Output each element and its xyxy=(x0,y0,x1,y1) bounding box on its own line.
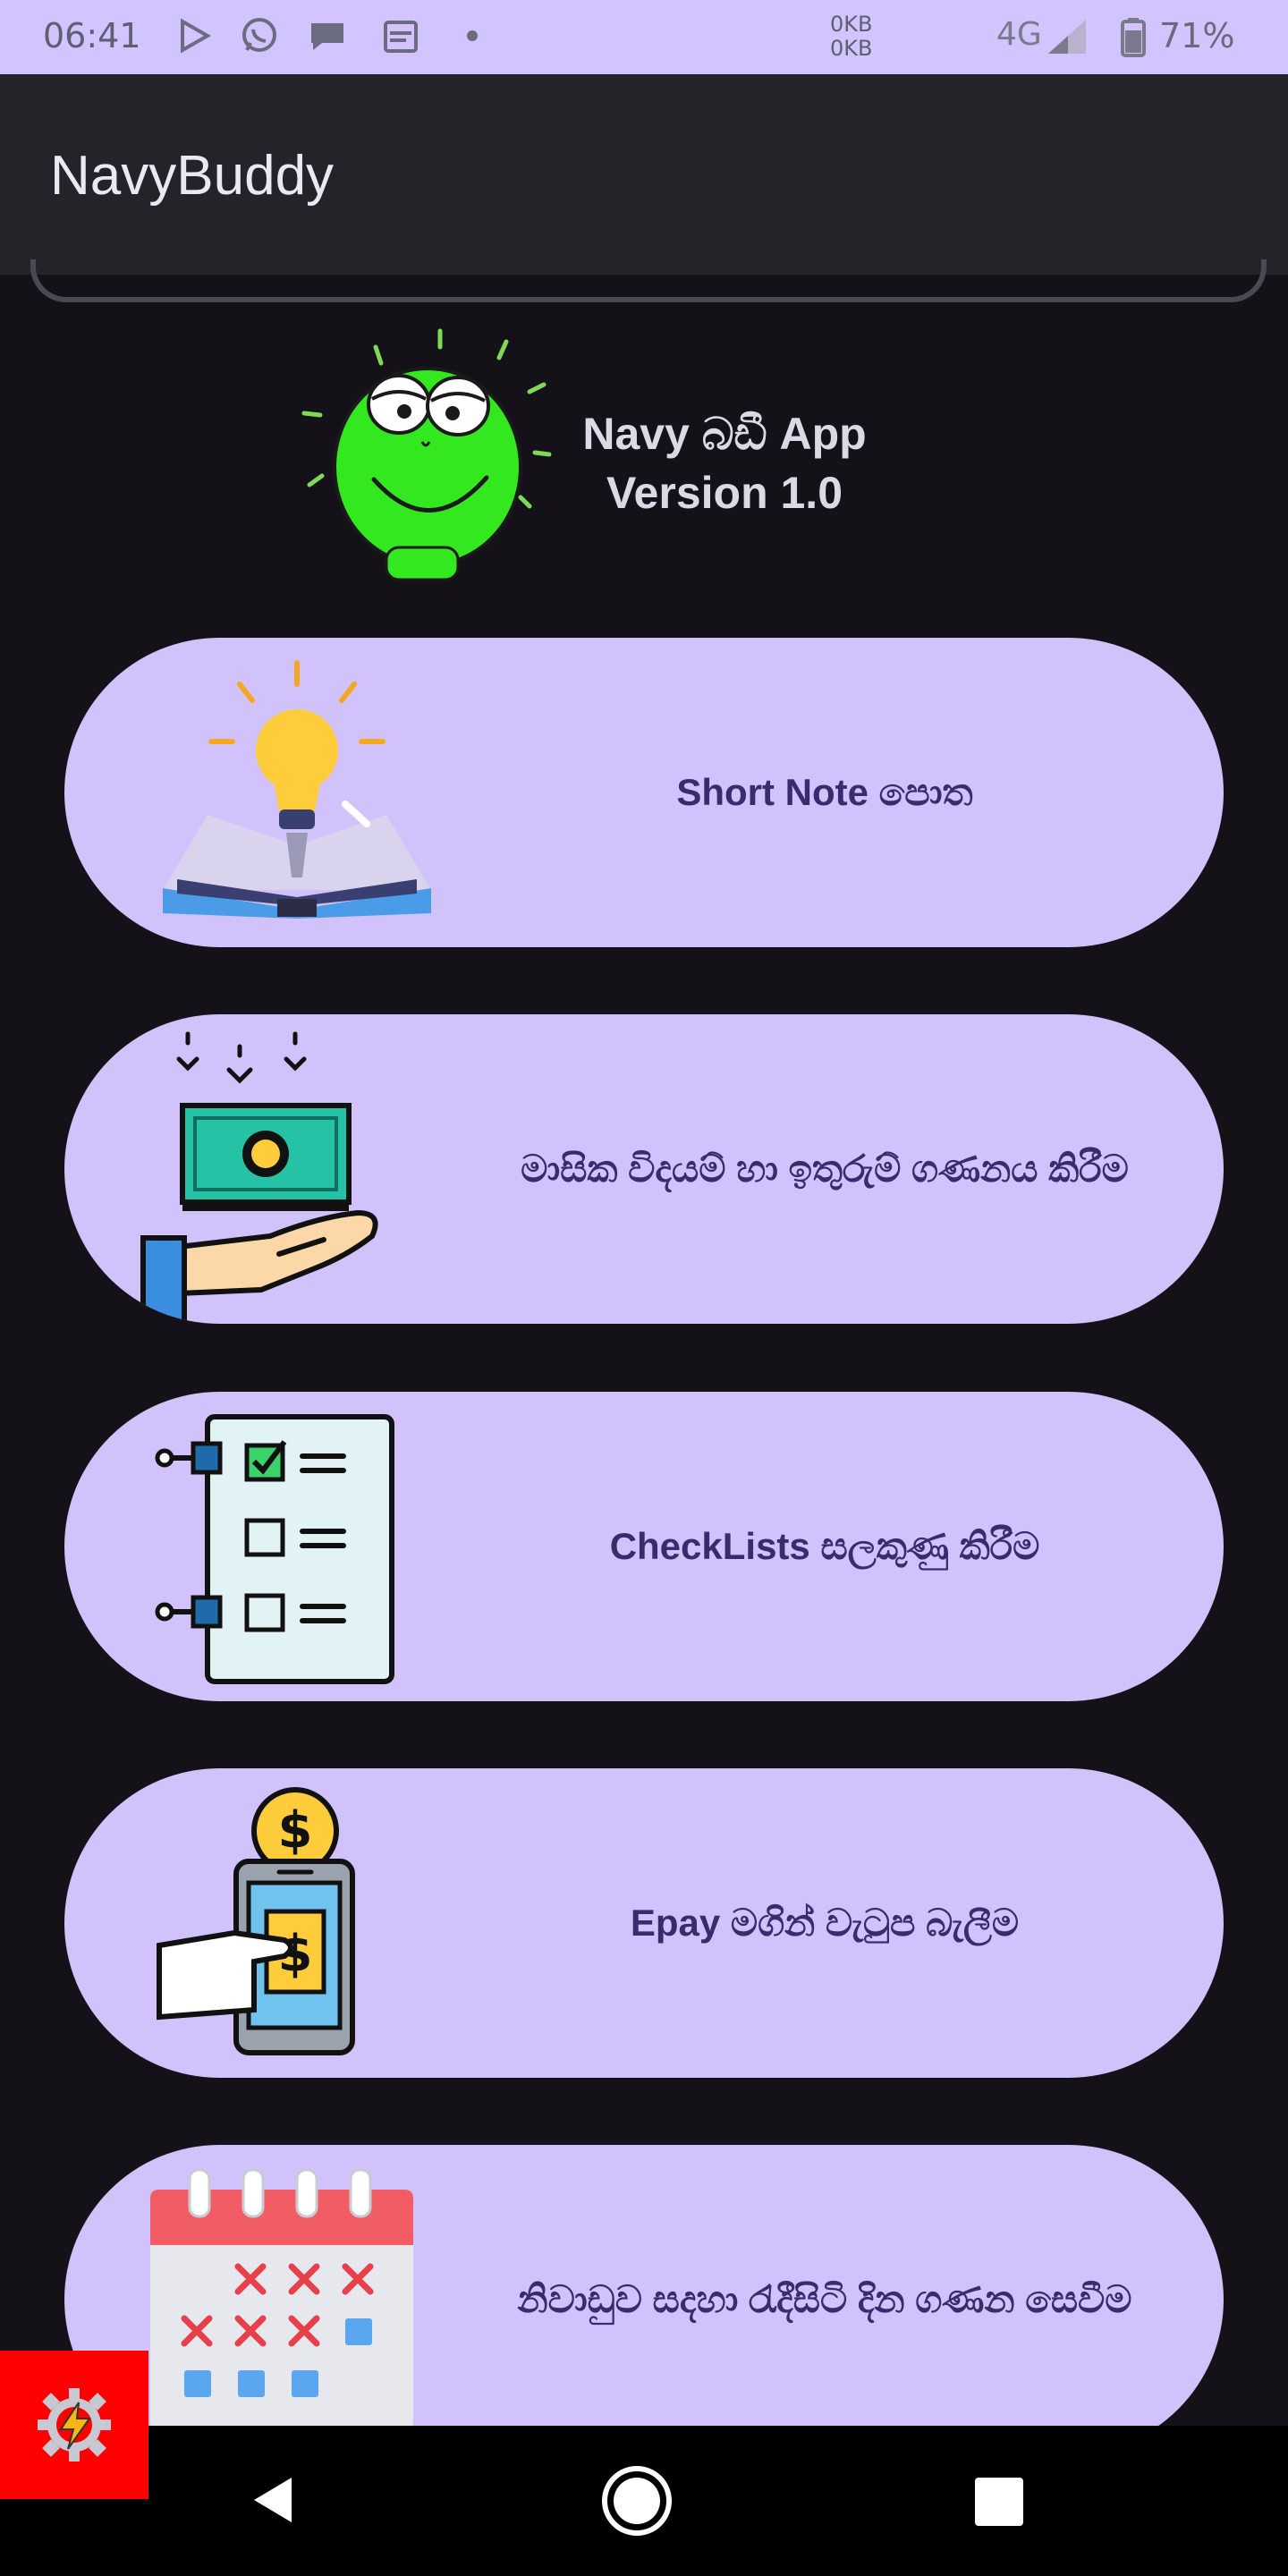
dot-icon xyxy=(467,30,478,41)
screen: 06:41 0KB 0KB 4G 71% NavyBuddy Navy බඩී … xyxy=(0,0,1288,2576)
svg-text:$: $ xyxy=(278,1801,313,1860)
battery-icon xyxy=(1121,18,1146,57)
recent-apps-icon[interactable] xyxy=(968,2470,1030,2533)
kb-up: 0KB xyxy=(830,12,873,37)
back-icon[interactable] xyxy=(242,2469,304,2531)
automation-widget-button[interactable] xyxy=(0,2351,148,2499)
app-name: Navy බඩී App xyxy=(582,409,867,459)
status-time: 06:41 xyxy=(43,16,141,55)
battery-percentage: 71% xyxy=(1159,16,1235,55)
calendar-icon xyxy=(150,2168,413,2431)
calendar-small-icon xyxy=(384,21,418,53)
signal-icon xyxy=(1048,20,1086,54)
frog-mascot-icon xyxy=(301,328,552,581)
gear-lightning-icon xyxy=(38,2388,111,2462)
play-icon xyxy=(181,18,212,54)
whatsapp-icon xyxy=(242,18,276,52)
status-bar: 06:41 0KB 0KB 4G 71% xyxy=(0,0,1288,74)
menu-epay-button[interactable]: $ $ Epay මගින් වැටුප බැලීම xyxy=(64,1768,1224,2078)
menu-leave-days-label: නිවාඩුව සදහා රැදීසිටි දින ගණන සෙවීම xyxy=(517,2278,1132,2320)
network-type: 4G xyxy=(996,16,1042,53)
menu-leave-days-button[interactable]: නිවාඩුව සදහා රැදීසිටි දින ගණන සෙවීම xyxy=(64,2145,1224,2454)
lightbulb-book-icon xyxy=(163,660,431,919)
data-rate: 0KB 0KB xyxy=(830,13,872,61)
app-title: NavyBuddy xyxy=(50,145,335,207)
home-icon[interactable] xyxy=(599,2463,674,2538)
scroll-card-edge xyxy=(30,259,1267,302)
checklist-icon xyxy=(155,1414,394,1684)
menu-checklists-button[interactable]: CheckLists සලකුණු කිරීම xyxy=(64,1392,1224,1701)
money-hand-icon xyxy=(140,1031,378,1320)
app-name-version: Navy බඩී App Version 1.0 xyxy=(537,404,912,522)
app-version: Version 1.0 xyxy=(606,468,843,518)
chat-icon xyxy=(311,23,343,50)
menu-checklists-label: CheckLists සලකුණු කිරීම xyxy=(609,1525,1040,1567)
menu-income-savings-button[interactable]: මාසික විදයම් හා ඉතුරුම් ගණනය කිරීම xyxy=(64,1014,1224,1324)
menu-epay-label: Epay මගින් වැටුප බැලීම xyxy=(630,1902,1020,1944)
app-bar: NavyBuddy xyxy=(0,74,1288,275)
menu-short-note-label: Short Note පොත xyxy=(676,771,973,813)
navigation-bar xyxy=(0,2426,1288,2576)
menu-short-note-button[interactable]: Short Note පොත xyxy=(64,638,1224,947)
menu-income-savings-label: මාසික විදයම් හා ඉතුරුම් ගණනය කිරීම xyxy=(521,1148,1129,1190)
kb-down: 0KB xyxy=(830,36,873,61)
mobile-payment-icon: $ $ xyxy=(157,1787,355,2055)
